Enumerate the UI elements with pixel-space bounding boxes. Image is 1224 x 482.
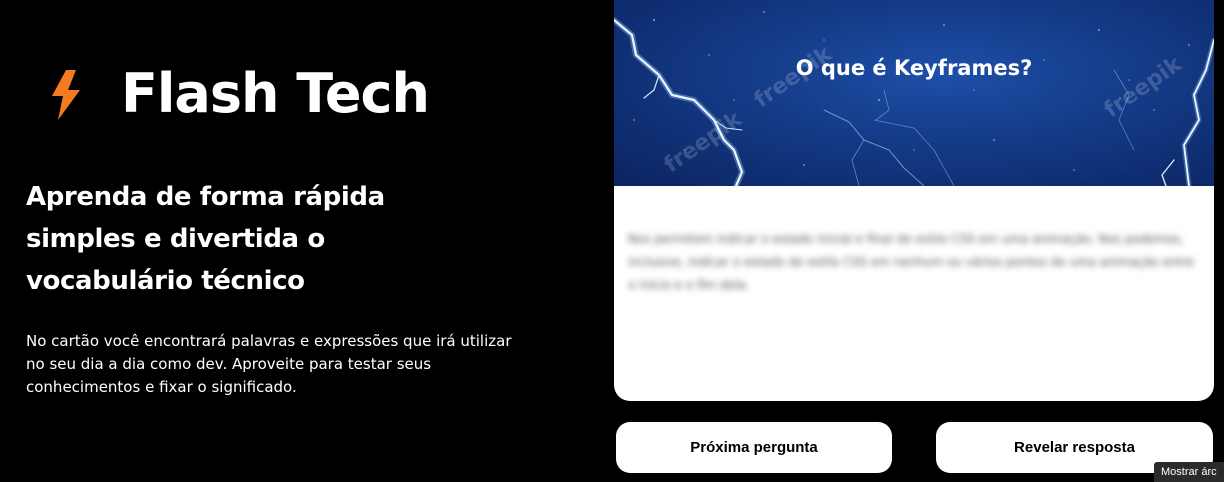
brand-name: Flash Tech: [121, 62, 430, 125]
flashcard-image: freepik freepik freepik O que é Keyframe…: [614, 0, 1214, 186]
brand-logo: Flash Tech: [46, 62, 430, 125]
show-files-tooltip: Mostrar árc: [1154, 462, 1224, 482]
page: Flash Tech Aprenda de forma rápida simpl…: [0, 0, 1224, 482]
next-question-button[interactable]: Próxima pergunta: [616, 422, 892, 473]
flashcard: freepik freepik freepik O que é Keyframe…: [614, 0, 1214, 401]
lightning-bolt-icon: [52, 70, 80, 120]
flashcard-question: O que é Keyframes?: [795, 56, 1033, 80]
hero-headline: Aprenda de forma rápida simples e divert…: [26, 182, 385, 296]
flashcard-answer-hidden: Nos permitem indicar o estado inicial e …: [628, 232, 1195, 292]
hero-description: No cartão você encontrará palavras e exp…: [26, 332, 512, 396]
